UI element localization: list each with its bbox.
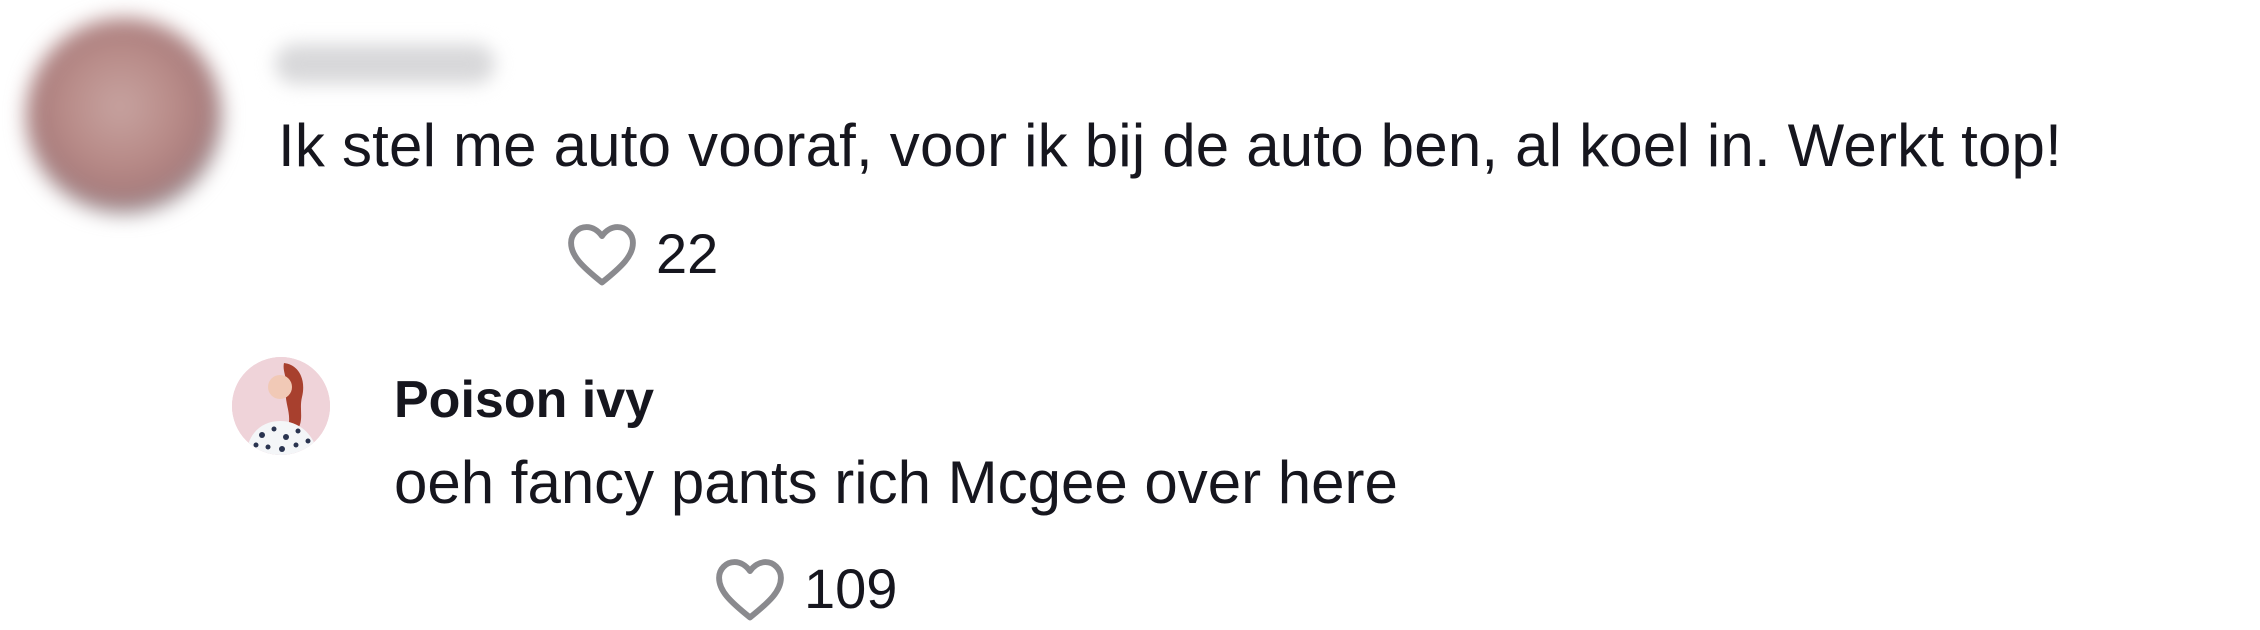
reply-text: oeh fancy pants rich Mcgee over here xyxy=(394,449,1398,516)
comment-like-count: 22 xyxy=(656,222,719,285)
comment-username-redacted[interactable] xyxy=(275,44,495,84)
comment-like-button[interactable]: 22 xyxy=(564,220,718,288)
reply-avatar[interactable] xyxy=(232,357,330,455)
comment-avatar[interactable] xyxy=(26,18,222,214)
comment-text: Ik stel me auto vooraf, voor ik bij de a… xyxy=(278,112,2062,179)
reply-like-button[interactable]: 109 xyxy=(712,555,897,623)
heart-outline-icon xyxy=(568,224,636,286)
reply-like-count: 109 xyxy=(804,557,898,620)
reply-author-name[interactable]: Poison ivy xyxy=(394,370,654,430)
reply-avatar-image xyxy=(232,357,330,455)
heart-outline-icon xyxy=(716,559,784,621)
